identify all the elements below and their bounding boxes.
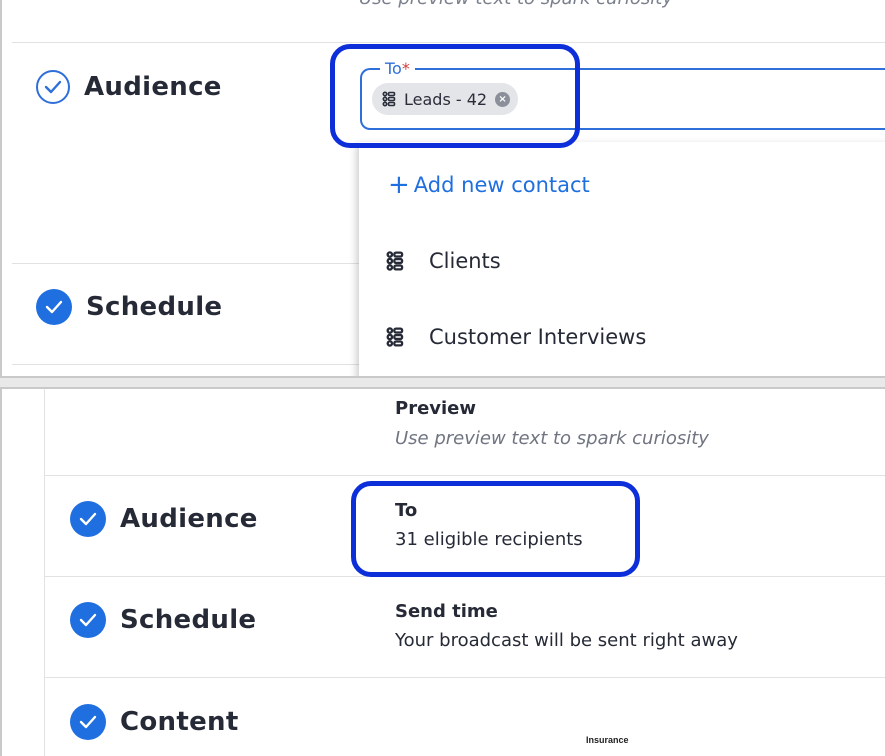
step-label: Audience [120, 504, 258, 534]
step-content[interactable]: Content [70, 704, 239, 740]
bottom-screenshot-panel: Preview Use preview text to spark curios… [0, 387, 885, 756]
add-new-contact-button[interactable]: + Add new contact [388, 172, 590, 198]
step-label: Audience [84, 72, 222, 102]
preview-text-cut: Use preview text to spark curiosity [359, 0, 673, 9]
dropdown-item-label: Customer Interviews [429, 325, 647, 349]
check-circle-outline-icon [36, 70, 70, 104]
dropdown-item-customer-interviews[interactable]: Customer Interviews [386, 325, 646, 349]
check-circle-filled-icon [70, 602, 106, 638]
row-divider [12, 364, 359, 365]
row-divider [12, 263, 359, 264]
preview-placeholder[interactable]: Use preview text to spark curiosity [395, 428, 709, 449]
check-circle-filled-icon [36, 289, 72, 325]
preview-heading: Preview [395, 398, 477, 419]
plus-icon: + [388, 170, 410, 200]
send-time-heading: Send time [395, 601, 498, 622]
step-label: Schedule [86, 292, 223, 322]
add-contact-label: Add new contact [413, 173, 590, 197]
step-audience[interactable]: Audience [36, 70, 222, 104]
step-schedule[interactable]: Schedule [70, 602, 256, 638]
column-divider [44, 389, 45, 756]
dropdown-item-label: Clients [429, 249, 501, 273]
row-divider [44, 677, 885, 678]
dropdown-item-clients[interactable]: Clients [386, 249, 501, 273]
check-circle-filled-icon [70, 704, 106, 740]
annotation-highlight [351, 481, 640, 577]
check-circle-filled-icon [70, 501, 106, 537]
content-thumbnail-text: Insurance [586, 735, 629, 745]
annotation-highlight [330, 44, 580, 148]
row-divider [44, 475, 885, 476]
step-audience[interactable]: Audience [70, 501, 258, 537]
list-group-icon [386, 251, 404, 271]
row-divider [12, 42, 885, 43]
step-label: Schedule [120, 605, 257, 635]
list-group-icon [386, 327, 404, 347]
step-label: Content [120, 707, 239, 737]
send-time-value: Your broadcast will be sent right away [395, 630, 738, 651]
step-schedule[interactable]: Schedule [36, 289, 222, 325]
top-screenshot-panel: Use preview text to spark curiosity Audi… [0, 0, 885, 378]
